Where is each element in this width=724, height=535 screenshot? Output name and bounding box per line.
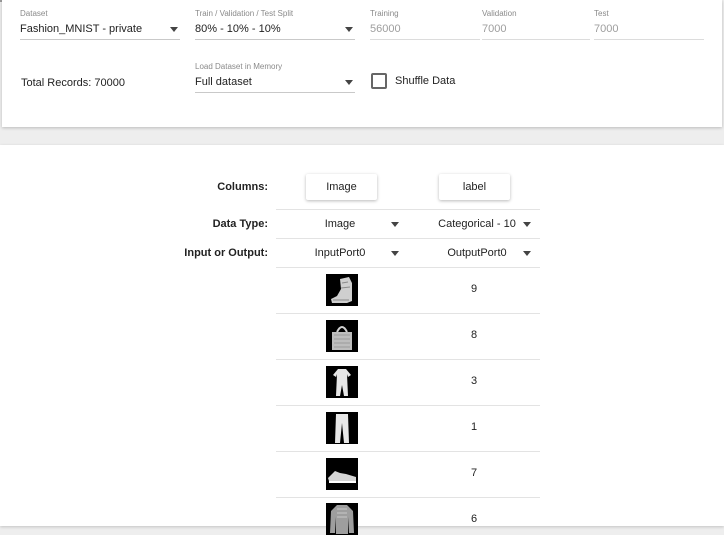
chevron-down-icon — [345, 80, 353, 85]
data-type-row-label: Data Type: — [212, 218, 268, 230]
divider — [276, 405, 540, 406]
dataset-settings-panel: Dataset Fashion_MNIST - private Train / … — [2, 0, 722, 127]
load-memory-select[interactable]: Full dataset — [195, 72, 355, 93]
label-value: 1 — [470, 421, 478, 433]
label-value: 9 — [470, 283, 478, 295]
split-select[interactable]: 80% - 10% - 10% — [195, 19, 355, 40]
validation-field-label: Validation — [482, 9, 517, 18]
dataset-field: Dataset Fashion_MNIST - private — [20, 9, 180, 40]
label-value: 8 — [470, 329, 478, 341]
split-field: Train / Validation / Test Split 80% - 10… — [195, 9, 355, 40]
total-records: Total Records: 70000 — [21, 77, 125, 89]
label-value: 7 — [470, 467, 478, 479]
load-memory-select-value: Full dataset — [195, 76, 252, 88]
split-select-value: 80% - 10% - 10% — [195, 23, 281, 35]
io-select-label[interactable]: OutputPort0 — [420, 239, 534, 267]
chevron-down-icon — [345, 27, 353, 32]
training-field-label: Training — [370, 9, 399, 18]
column-button-image[interactable]: Image — [306, 174, 377, 200]
divider — [276, 267, 540, 268]
split-field-label: Train / Validation / Test Split — [195, 9, 294, 18]
divider — [276, 359, 540, 360]
label-value: 6 — [470, 513, 478, 525]
data-type-select-label[interactable]: Categorical - 10 — [420, 210, 534, 238]
io-value-image: InputPort0 — [314, 247, 366, 259]
divider — [276, 313, 540, 314]
load-memory-field: Load Dataset in Memory Full dataset — [195, 62, 355, 93]
chevron-down-icon — [391, 222, 399, 227]
ankle-boot-thumbnail-icon — [326, 274, 358, 306]
load-memory-field-label: Load Dataset in Memory — [195, 62, 283, 71]
sneaker-thumbnail-icon — [326, 458, 358, 490]
chevron-down-icon — [170, 27, 178, 32]
label-value: 3 — [470, 375, 478, 387]
shuffle-data-label: Shuffle Data — [395, 75, 456, 87]
dataset-select-value: Fashion_MNIST - private — [20, 23, 143, 35]
data-type-value-label: Categorical - 10 — [438, 218, 516, 230]
divider — [276, 451, 540, 452]
dataset-preview-panel: Columns: Image label Data Type: Image Ca… — [0, 145, 724, 535]
validation-field: Validation 7000 — [482, 9, 590, 40]
shuffle-data-checkbox[interactable] — [371, 73, 387, 89]
trouser-thumbnail-icon — [326, 412, 358, 444]
columns-row-label: Columns: — [217, 181, 268, 193]
dataset-select[interactable]: Fashion_MNIST - private — [20, 19, 180, 40]
validation-count-field: 7000 — [482, 19, 590, 40]
chevron-down-icon — [391, 251, 399, 256]
dress-thumbnail-icon — [326, 366, 358, 398]
io-value-label: OutputPort0 — [447, 247, 507, 259]
training-count-field: 56000 — [370, 19, 480, 40]
io-select-image[interactable]: InputPort0 — [278, 239, 402, 267]
shuffle-data-toggle[interactable]: Shuffle Data — [371, 73, 455, 89]
column-button-label[interactable]: label — [439, 174, 510, 200]
dataset-field-label: Dataset — [20, 9, 48, 18]
test-field: Test 7000 — [594, 9, 704, 40]
test-count-field: 7000 — [594, 19, 704, 40]
chevron-down-icon — [523, 222, 531, 227]
shirt-thumbnail-icon — [326, 503, 358, 535]
bag-thumbnail-icon — [326, 320, 358, 352]
data-type-value-image: Image — [324, 218, 356, 230]
io-row-label: Input or Output: — [184, 247, 268, 259]
chevron-down-icon — [523, 251, 531, 256]
divider — [276, 497, 540, 498]
training-field: Training 56000 — [370, 9, 480, 40]
data-type-select-image[interactable]: Image — [278, 210, 402, 238]
test-field-label: Test — [594, 9, 609, 18]
